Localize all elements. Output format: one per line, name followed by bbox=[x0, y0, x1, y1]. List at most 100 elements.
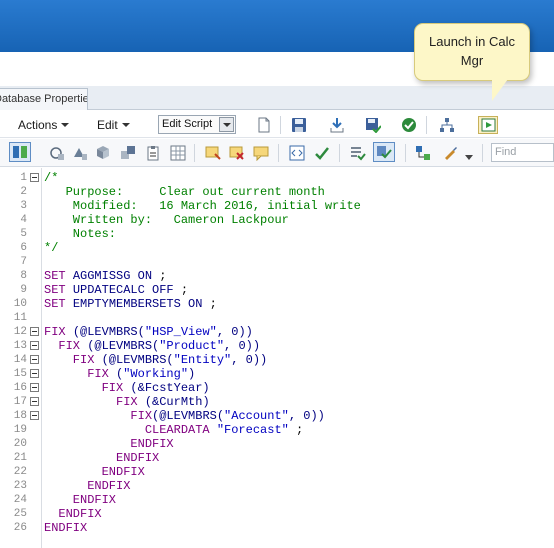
code-token: FIX bbox=[44, 409, 153, 423]
download-icon[interactable] bbox=[329, 117, 345, 133]
line-number: 19 bbox=[13, 424, 27, 436]
code-line[interactable]: 21 ENDFIX bbox=[0, 451, 554, 465]
code-token: (&CurMth) bbox=[144, 395, 210, 409]
fold-toggle-icon[interactable] bbox=[30, 173, 39, 182]
code-line[interactable]: 13 FIX (@LEVMBRS("Product", 0)) bbox=[0, 339, 554, 353]
fold-toggle-icon[interactable] bbox=[30, 355, 39, 364]
cube-icon[interactable] bbox=[95, 145, 111, 161]
code-text: FIX(@LEVMBRS("Account", 0)) bbox=[44, 409, 324, 423]
code-text: Modified: 16 March 2016, initial write bbox=[44, 199, 361, 213]
fold-toggle-icon[interactable] bbox=[30, 369, 39, 378]
line-number: 7 bbox=[20, 256, 27, 268]
code-line[interactable]: 18 FIX(@LEVMBRS("Account", 0)) bbox=[0, 409, 554, 423]
tab-strip: Database Properties bbox=[0, 86, 554, 110]
code-line[interactable]: 14 FIX (@LEVMBRS("Entity", 0)) bbox=[0, 353, 554, 367]
code-token: , 0)) bbox=[224, 339, 261, 353]
toolbar-divider bbox=[482, 144, 483, 162]
code-text: /* bbox=[44, 171, 58, 185]
code-text: SET AGGMISSG ON ; bbox=[44, 269, 166, 283]
code-line[interactable]: 1 /* bbox=[0, 171, 554, 185]
code-line[interactable]: 26 ENDFIX bbox=[0, 521, 554, 535]
code-token: CLEARDATA bbox=[44, 423, 217, 437]
grid-icon[interactable] bbox=[170, 145, 186, 161]
toggle-validate-icon[interactable] bbox=[373, 142, 395, 162]
code-text: */ bbox=[44, 241, 58, 255]
code-token: "HSP_View" bbox=[144, 325, 217, 339]
code-line[interactable]: 2 Purpose: Clear out current month bbox=[0, 185, 554, 199]
actions-menu-button[interactable]: Actions bbox=[18, 116, 70, 134]
line-number: 15 bbox=[13, 368, 27, 380]
line-number: 21 bbox=[13, 452, 27, 464]
comment-icon[interactable] bbox=[253, 145, 269, 162]
chevron-down-icon bbox=[61, 123, 70, 127]
line-number: 22 bbox=[13, 466, 27, 478]
code-line[interactable]: 10 SET EMPTYMEMBERSETS ON ; bbox=[0, 297, 554, 311]
code-line[interactable]: 6 */ bbox=[0, 241, 554, 255]
script-editor[interactable]: 1 /* 2 Purpose: Clear out current month 3 M… bbox=[0, 168, 554, 548]
validate-check-icon[interactable] bbox=[401, 117, 417, 133]
list-check-icon[interactable] bbox=[350, 145, 366, 161]
comment-add-icon[interactable] bbox=[205, 145, 221, 161]
code-line[interactable]: 24 ENDFIX bbox=[0, 493, 554, 507]
code-line[interactable]: 19 CLEARDATA "Forecast" ; bbox=[0, 423, 554, 437]
edit-menu-button[interactable]: Edit bbox=[97, 116, 130, 134]
code-token: Modified: 16 March 2016, initial write bbox=[44, 199, 361, 213]
actions-label: Actions bbox=[18, 118, 58, 132]
code-token: SET bbox=[44, 269, 73, 283]
code-line[interactable]: 9 SET UPDATECALC OFF ; bbox=[0, 283, 554, 297]
code-line[interactable]: 7 bbox=[0, 255, 554, 269]
chevron-down-icon[interactable] bbox=[464, 149, 474, 160]
check-syntax-icon[interactable] bbox=[314, 145, 330, 161]
code-token: , 0)) bbox=[216, 325, 253, 339]
deploy-tree-icon[interactable] bbox=[439, 117, 455, 133]
tree-expand-icon[interactable] bbox=[415, 145, 431, 161]
code-token: ENDFIX bbox=[44, 451, 160, 465]
chevron-down-icon[interactable] bbox=[219, 117, 234, 132]
insert-variable-icon[interactable] bbox=[120, 145, 136, 161]
code-line[interactable]: 23 ENDFIX bbox=[0, 479, 554, 493]
code-token: UPDATECALC OFF bbox=[72, 283, 174, 297]
save-icon[interactable] bbox=[291, 117, 307, 133]
code-line[interactable]: 20 ENDFIX bbox=[0, 437, 554, 451]
line-number: 26 bbox=[13, 522, 27, 534]
script-toolbar: Actions Edit bbox=[0, 112, 554, 138]
fold-toggle-icon[interactable] bbox=[30, 327, 39, 336]
new-document-icon[interactable] bbox=[256, 117, 272, 133]
code-line[interactable]: 15 FIX ("Working") bbox=[0, 367, 554, 381]
fold-toggle-icon[interactable] bbox=[30, 383, 39, 392]
edit-script-value: Edit Script bbox=[162, 118, 213, 130]
code-line[interactable]: 25 ENDFIX bbox=[0, 507, 554, 521]
fold-toggle-icon[interactable] bbox=[30, 397, 39, 406]
clipboard-icon[interactable] bbox=[145, 145, 161, 161]
code-line[interactable]: 17 FIX (&CurMth) bbox=[0, 395, 554, 409]
code-line[interactable]: 11 bbox=[0, 311, 554, 325]
fold-toggle-icon[interactable] bbox=[30, 411, 39, 420]
code-text: ENDFIX bbox=[44, 493, 116, 507]
edit-script-select[interactable]: Edit Script bbox=[158, 115, 236, 134]
code-brackets-icon[interactable] bbox=[289, 145, 305, 161]
toggle-member-tree-icon[interactable] bbox=[9, 142, 31, 162]
toolbar-divider bbox=[405, 144, 406, 162]
code-line[interactable]: 22 ENDFIX bbox=[0, 465, 554, 479]
brush-icon[interactable] bbox=[442, 145, 458, 161]
save-validate-icon[interactable] bbox=[365, 117, 382, 134]
code-line[interactable]: 8 SET AGGMISSG ON ; bbox=[0, 269, 554, 283]
code-line[interactable]: 5 Notes: bbox=[0, 227, 554, 241]
function-icon[interactable] bbox=[49, 145, 65, 161]
member-select-icon[interactable] bbox=[72, 145, 88, 161]
line-number: 23 bbox=[13, 480, 27, 492]
code-text: FIX (&FcstYear) bbox=[44, 381, 210, 395]
tab-database-properties[interactable]: Database Properties bbox=[0, 88, 88, 110]
line-number: 1 bbox=[20, 172, 27, 184]
comment-remove-icon[interactable] bbox=[229, 145, 245, 161]
fold-toggle-icon[interactable] bbox=[30, 341, 39, 350]
find-input[interactable]: Find bbox=[491, 143, 554, 162]
code-line[interactable]: 3 Modified: 16 March 2016, initial write bbox=[0, 199, 554, 213]
toolbar-divider bbox=[280, 116, 281, 134]
code-line[interactable]: 12 FIX (@LEVMBRS("HSP_View", 0)) bbox=[0, 325, 554, 339]
code-line[interactable]: 4 Written by: Cameron Lackpour bbox=[0, 213, 554, 227]
code-token: FIX bbox=[44, 381, 131, 395]
launch-in-calc-mgr-button[interactable] bbox=[478, 116, 498, 134]
code-line[interactable]: 16 FIX (&FcstYear) bbox=[0, 381, 554, 395]
tooltip-launch-in-calc-mgr: Launch in Calc Mgr bbox=[414, 23, 530, 81]
